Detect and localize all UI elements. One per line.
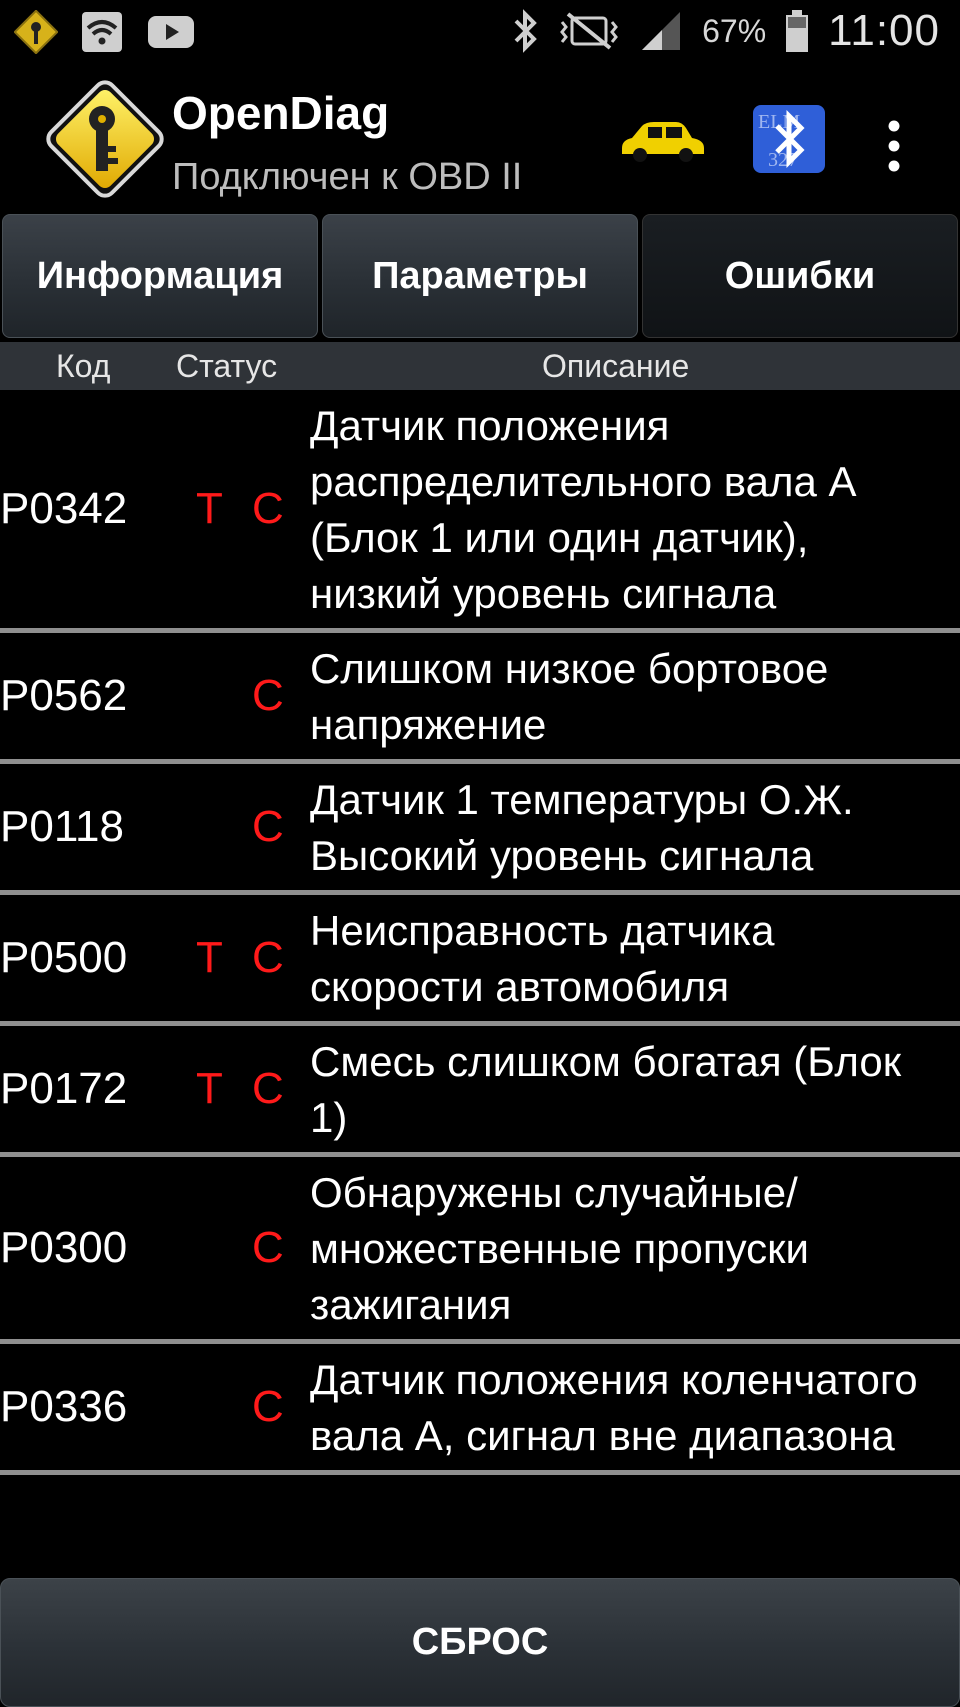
- status-c: C: [252, 1223, 284, 1272]
- tab-information[interactable]: Информация: [2, 214, 318, 338]
- bluetooth-adapter-icon[interactable]: ELM 327: [752, 104, 826, 174]
- table-header: Код Статус Описание: [0, 342, 960, 390]
- table-row[interactable]: P0500 T C Неисправность датчика скорости…: [0, 895, 960, 1026]
- tab-parameters[interactable]: Параметры: [322, 214, 638, 338]
- tab-bar: Информация Параметры Ошибки: [0, 212, 960, 342]
- app-key-icon: [14, 10, 58, 54]
- column-header-description: Описание: [542, 348, 690, 384]
- signal-icon: [642, 12, 681, 50]
- error-description: Неисправность датчика скорости автомобил…: [310, 907, 775, 1010]
- app-title: OpenDiag: [172, 87, 390, 139]
- status-t: T: [196, 933, 223, 982]
- error-description: Датчик положения распределительного вала…: [310, 402, 855, 617]
- table-row[interactable]: P0562 C Слишком низкое бортовое напряжен…: [0, 633, 960, 764]
- table-row[interactable]: P0342 T C Датчик положения распределител…: [0, 390, 960, 633]
- status-c: C: [252, 802, 284, 851]
- error-list: P0342 T C Датчик положения распределител…: [0, 390, 960, 1475]
- error-code: P0342: [0, 484, 128, 533]
- status-t: T: [196, 484, 223, 533]
- action-bar: OpenDiag Подключен к OBD II ELM 327: [0, 66, 960, 212]
- tab-errors[interactable]: Ошибки: [642, 214, 958, 338]
- error-description: Обнаружены случайные/ множественные проп…: [310, 1169, 810, 1328]
- status-t: T: [196, 1064, 223, 1113]
- battery-percent: 67%: [702, 12, 767, 49]
- error-description: Датчик положения коленчатого вала A, сиг…: [310, 1356, 918, 1459]
- error-code: P0336: [0, 1382, 128, 1431]
- connection-status: Подключен к OBD II: [172, 156, 523, 198]
- error-description: Смесь слишком богатая (Блок 1): [310, 1038, 902, 1141]
- error-code: P0300: [0, 1223, 128, 1272]
- youtube-icon: [148, 16, 194, 48]
- vibrate-icon: [560, 12, 619, 50]
- clock: 11:00: [828, 6, 940, 55]
- car-icon[interactable]: [618, 118, 706, 164]
- column-header-code: Код: [56, 348, 111, 384]
- error-code: P0172: [0, 1064, 128, 1113]
- reset-button[interactable]: СБРОС: [0, 1578, 960, 1707]
- overflow-menu-icon[interactable]: [884, 116, 904, 176]
- bluetooth-icon: [514, 9, 537, 53]
- status-c: C: [252, 484, 284, 533]
- table-row[interactable]: P0172 T C Смесь слишком богатая (Блок 1): [0, 1026, 960, 1157]
- app-logo-icon[interactable]: [40, 74, 170, 204]
- column-header-status: Статус: [176, 348, 278, 384]
- error-code: P0562: [0, 671, 128, 720]
- status-c: C: [252, 1382, 284, 1431]
- wifi-icon: [82, 12, 122, 52]
- error-code: P0118: [0, 802, 124, 851]
- table-row[interactable]: P0118 C Датчик 1 температуры О.Ж. Высоки…: [0, 764, 960, 895]
- battery-icon: [786, 10, 809, 52]
- table-row[interactable]: P0300 C Обнаружены случайные/ множествен…: [0, 1157, 960, 1344]
- status-c: C: [252, 671, 284, 720]
- status-c: C: [252, 933, 284, 982]
- table-row[interactable]: P0336 C Датчик положения коленчатого вал…: [0, 1344, 960, 1475]
- error-code: P0500: [0, 933, 128, 982]
- status-bar: 67% 11:00: [0, 0, 960, 66]
- error-description: Датчик 1 температуры О.Ж. Высокий уровен…: [310, 776, 854, 879]
- status-c: C: [252, 1064, 284, 1113]
- error-description: Слишком низкое бортовое напряжение: [310, 645, 829, 748]
